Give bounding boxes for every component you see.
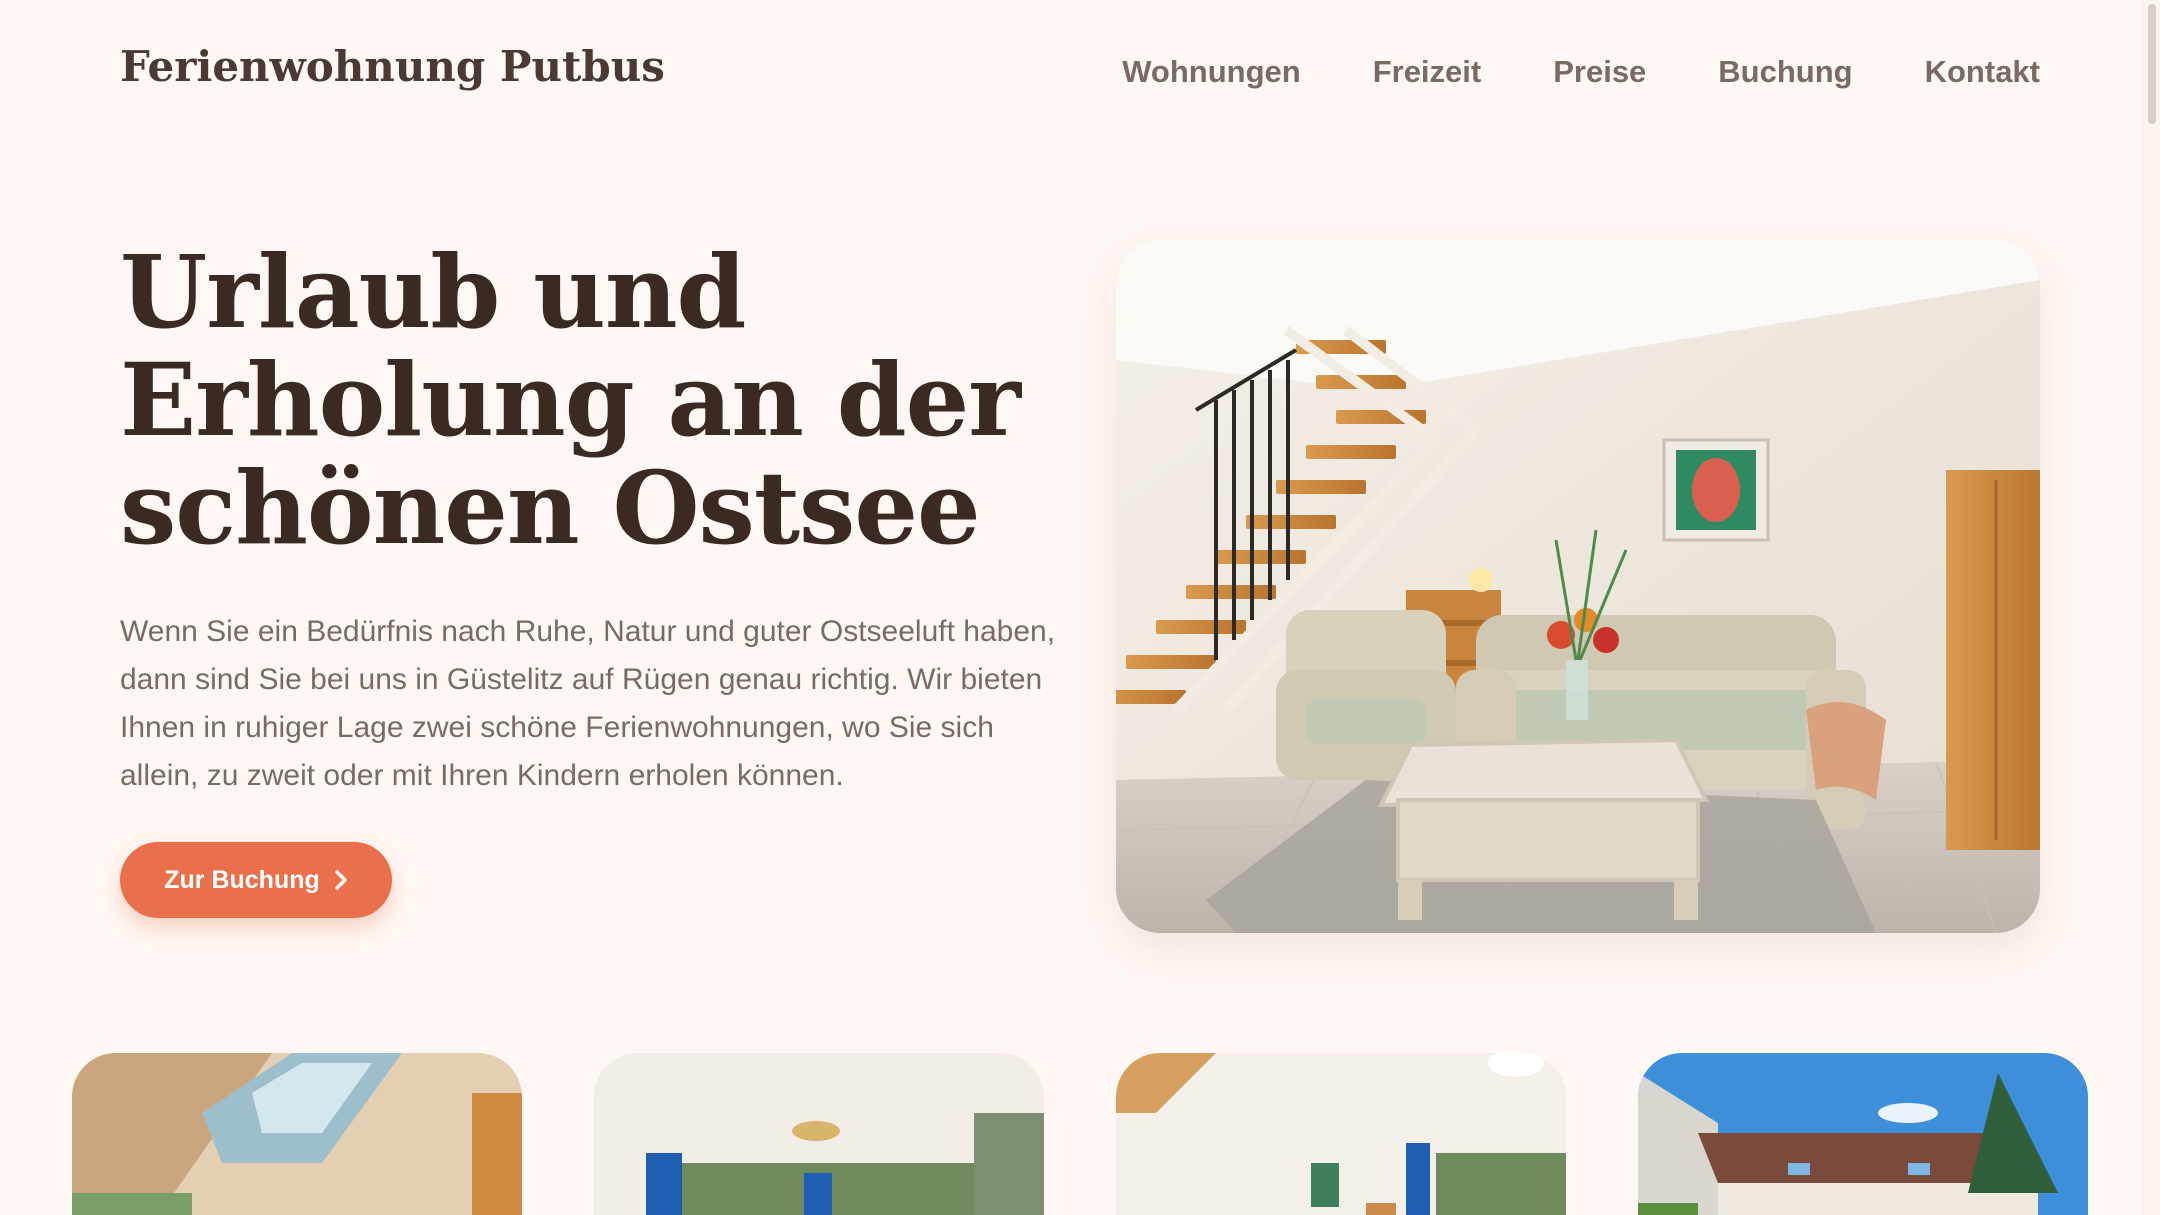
site-logo[interactable]: Ferienwohnung Putbus [120, 42, 665, 91]
main-nav: Wohnungen Freizeit Preise Buchung Kontak… [1122, 54, 2040, 90]
nav-link-wohnungen[interactable]: Wohnungen [1122, 54, 1301, 90]
site-header: Ferienwohnung Putbus Wohnungen Freizeit … [0, 0, 2142, 145]
nav-link-buchung[interactable]: Buchung [1718, 54, 1852, 90]
booking-button-label: Zur Buchung [164, 865, 320, 894]
apartment-preview-cards [0, 1053, 2142, 1215]
page-scrollbar[interactable] [2142, 0, 2160, 1215]
preview-card-attic-room[interactable] [72, 1053, 522, 1215]
hero-living-room-photo [1116, 240, 2040, 933]
nav-link-freizeit[interactable]: Freizeit [1373, 54, 1482, 90]
scrollbar-thumb[interactable] [2148, 4, 2156, 124]
hero-title-line-2: Erholung an der [120, 341, 1021, 459]
hero-title-line-1: Urlaub und [120, 233, 746, 351]
nav-link-preise[interactable]: Preise [1553, 54, 1646, 90]
preview-card-staircase-room[interactable] [1116, 1053, 1566, 1215]
nav-link-kontakt[interactable]: Kontakt [1925, 54, 2040, 90]
preview-card-living-room[interactable] [594, 1053, 1044, 1215]
preview-card-house-exterior[interactable] [1638, 1053, 2088, 1215]
chevron-right-icon [335, 870, 347, 890]
booking-button[interactable]: Zur Buchung [120, 842, 392, 918]
hero-title: Urlaub und Erholung an der schönen Ostse… [120, 238, 1040, 562]
hero-description: Wenn Sie ein Bedürfnis nach Ruhe, Natur … [120, 615, 1056, 792]
hero-title-line-3: schönen Ostsee [120, 449, 981, 567]
